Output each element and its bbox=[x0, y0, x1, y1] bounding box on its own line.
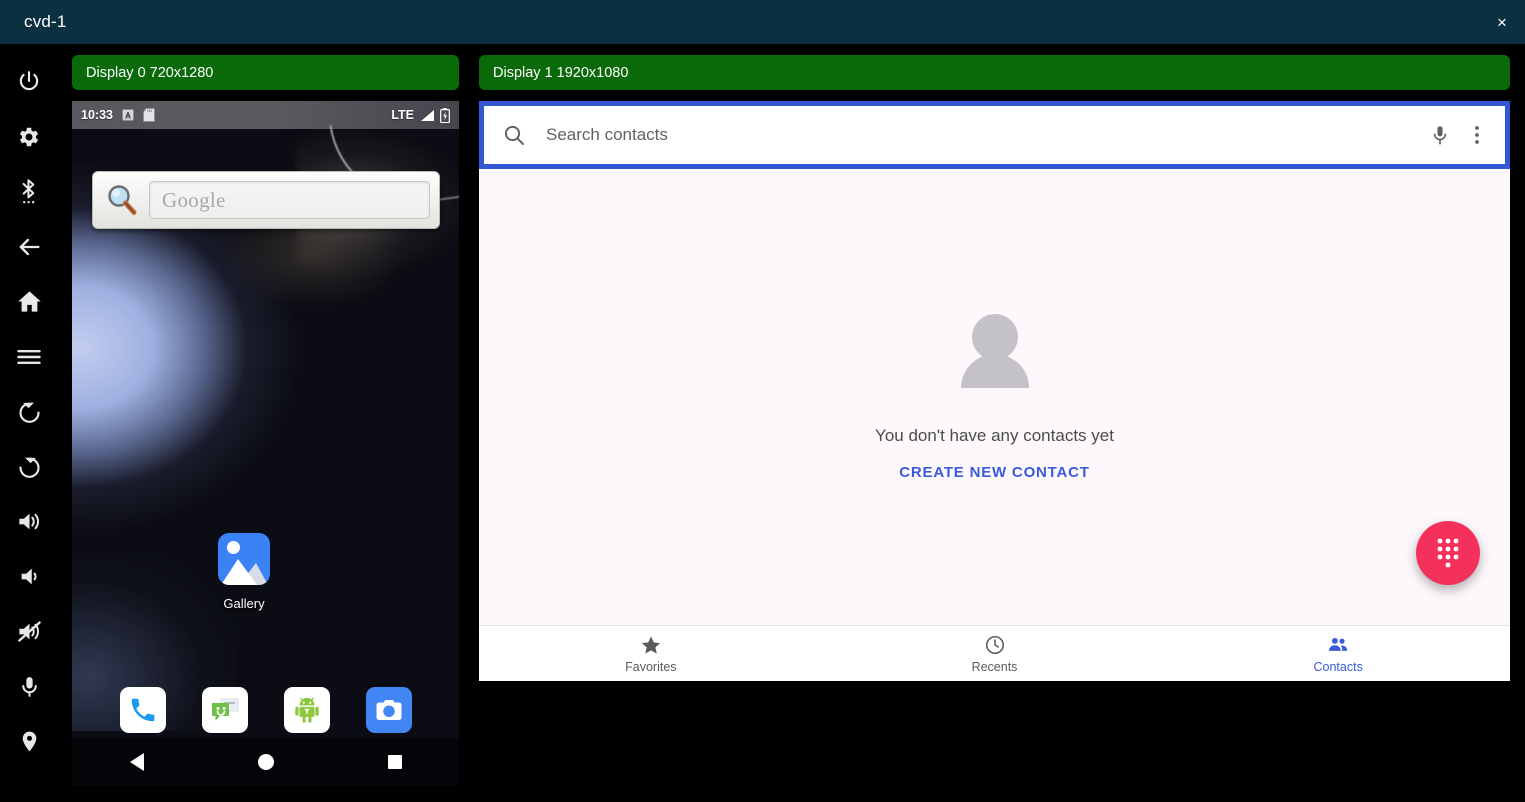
network-type-label: LTE bbox=[391, 108, 414, 122]
search-input[interactable]: Search contacts bbox=[484, 106, 1505, 164]
nav-recents-square-icon[interactable] bbox=[365, 738, 425, 786]
google-search-text: Google bbox=[162, 188, 226, 213]
sd-card-icon bbox=[143, 108, 155, 122]
search-placeholder: Search contacts bbox=[546, 125, 1413, 145]
window-title: cvd-1 bbox=[0, 12, 67, 32]
alarm-a-icon: A bbox=[122, 109, 134, 121]
display-0-viewport[interactable]: 10:33 A LTE bbox=[72, 101, 459, 786]
dock-item-phone[interactable] bbox=[120, 687, 166, 733]
device-control-sidebar bbox=[0, 44, 58, 802]
app-label-gallery: Gallery bbox=[223, 596, 264, 611]
gallery-mountain-front bbox=[221, 559, 257, 585]
bluetooth-icon[interactable] bbox=[0, 164, 58, 219]
avatar-body bbox=[961, 354, 1029, 388]
dock-item-messages[interactable] bbox=[202, 687, 248, 733]
rotate-left-icon[interactable] bbox=[0, 384, 58, 439]
tab-recents[interactable]: Recents bbox=[823, 626, 1167, 681]
microphone-icon[interactable] bbox=[1429, 123, 1451, 147]
tab-label-contacts: Contacts bbox=[1314, 660, 1363, 674]
android-navigation-bar bbox=[72, 738, 459, 786]
location-pin-icon[interactable] bbox=[0, 714, 58, 769]
tab-label-favorites: Favorites bbox=[625, 660, 676, 674]
gallery-sun bbox=[227, 541, 240, 554]
svg-text:A: A bbox=[125, 111, 131, 120]
volume-down-icon[interactable] bbox=[0, 549, 58, 604]
contacts-search-container: Search contacts bbox=[479, 101, 1510, 169]
android-status-bar: 10:33 A LTE bbox=[72, 101, 459, 129]
battery-charging-icon bbox=[440, 108, 450, 123]
display-0-label: Display 0 720x1280 bbox=[72, 55, 459, 90]
contacts-bottom-nav: Favorites Recents Contacts bbox=[479, 625, 1510, 681]
home-icon[interactable] bbox=[0, 274, 58, 329]
android-icon bbox=[292, 695, 322, 725]
people-icon bbox=[1326, 634, 1350, 656]
tab-label-recents: Recents bbox=[972, 660, 1018, 674]
display-1-viewport[interactable]: Search contacts You don't have any conta… bbox=[479, 101, 1510, 681]
google-search-widget[interactable]: Google bbox=[92, 171, 440, 229]
dialpad-icon bbox=[1435, 537, 1461, 569]
window-titlebar: cvd-1 × bbox=[0, 0, 1525, 44]
more-vert-icon[interactable] bbox=[1467, 123, 1487, 147]
star-icon bbox=[640, 634, 662, 656]
nav-home-circle-icon[interactable] bbox=[236, 738, 296, 786]
status-bar-right: LTE bbox=[391, 108, 450, 123]
dialpad-fab-button[interactable] bbox=[1416, 521, 1480, 585]
close-icon[interactable]: × bbox=[1479, 0, 1525, 44]
dock-item-camera[interactable] bbox=[366, 687, 412, 733]
gallery-icon bbox=[218, 533, 270, 585]
google-search-field[interactable]: Google bbox=[149, 181, 430, 219]
power-icon[interactable] bbox=[0, 54, 58, 109]
empty-state-message: You don't have any contacts yet bbox=[875, 426, 1114, 446]
status-clock: 10:33 bbox=[81, 108, 113, 122]
volume-mute-icon[interactable] bbox=[0, 604, 58, 659]
nav-back-triangle-icon[interactable] bbox=[107, 738, 167, 786]
clock-icon bbox=[984, 634, 1006, 656]
camera-icon bbox=[374, 695, 404, 725]
android-dock bbox=[72, 682, 459, 738]
menu-icon[interactable] bbox=[0, 329, 58, 384]
volume-up-icon[interactable] bbox=[0, 494, 58, 549]
search-icon bbox=[502, 123, 526, 147]
gear-icon[interactable] bbox=[0, 109, 58, 164]
microphone-icon[interactable] bbox=[0, 659, 58, 714]
contacts-empty-state: You don't have any contacts yet CREATE N… bbox=[479, 169, 1510, 625]
person-placeholder-icon bbox=[956, 314, 1034, 394]
rotate-right-icon[interactable] bbox=[0, 439, 58, 494]
display-1-label: Display 1 1920x1080 bbox=[479, 55, 1510, 90]
signal-triangle-icon bbox=[419, 109, 435, 122]
app-icon-gallery[interactable]: Gallery bbox=[192, 533, 296, 611]
phone-icon bbox=[128, 695, 158, 725]
magnifier-icon bbox=[102, 180, 142, 220]
messages-icon bbox=[209, 694, 241, 726]
dock-item-android[interactable] bbox=[284, 687, 330, 733]
create-new-contact-button[interactable]: CREATE NEW CONTACT bbox=[899, 464, 1090, 481]
tab-contacts[interactable]: Contacts bbox=[1166, 626, 1510, 681]
status-bar-left: 10:33 A bbox=[81, 108, 155, 122]
tab-favorites[interactable]: Favorites bbox=[479, 626, 823, 681]
back-arrow-icon[interactable] bbox=[0, 219, 58, 274]
